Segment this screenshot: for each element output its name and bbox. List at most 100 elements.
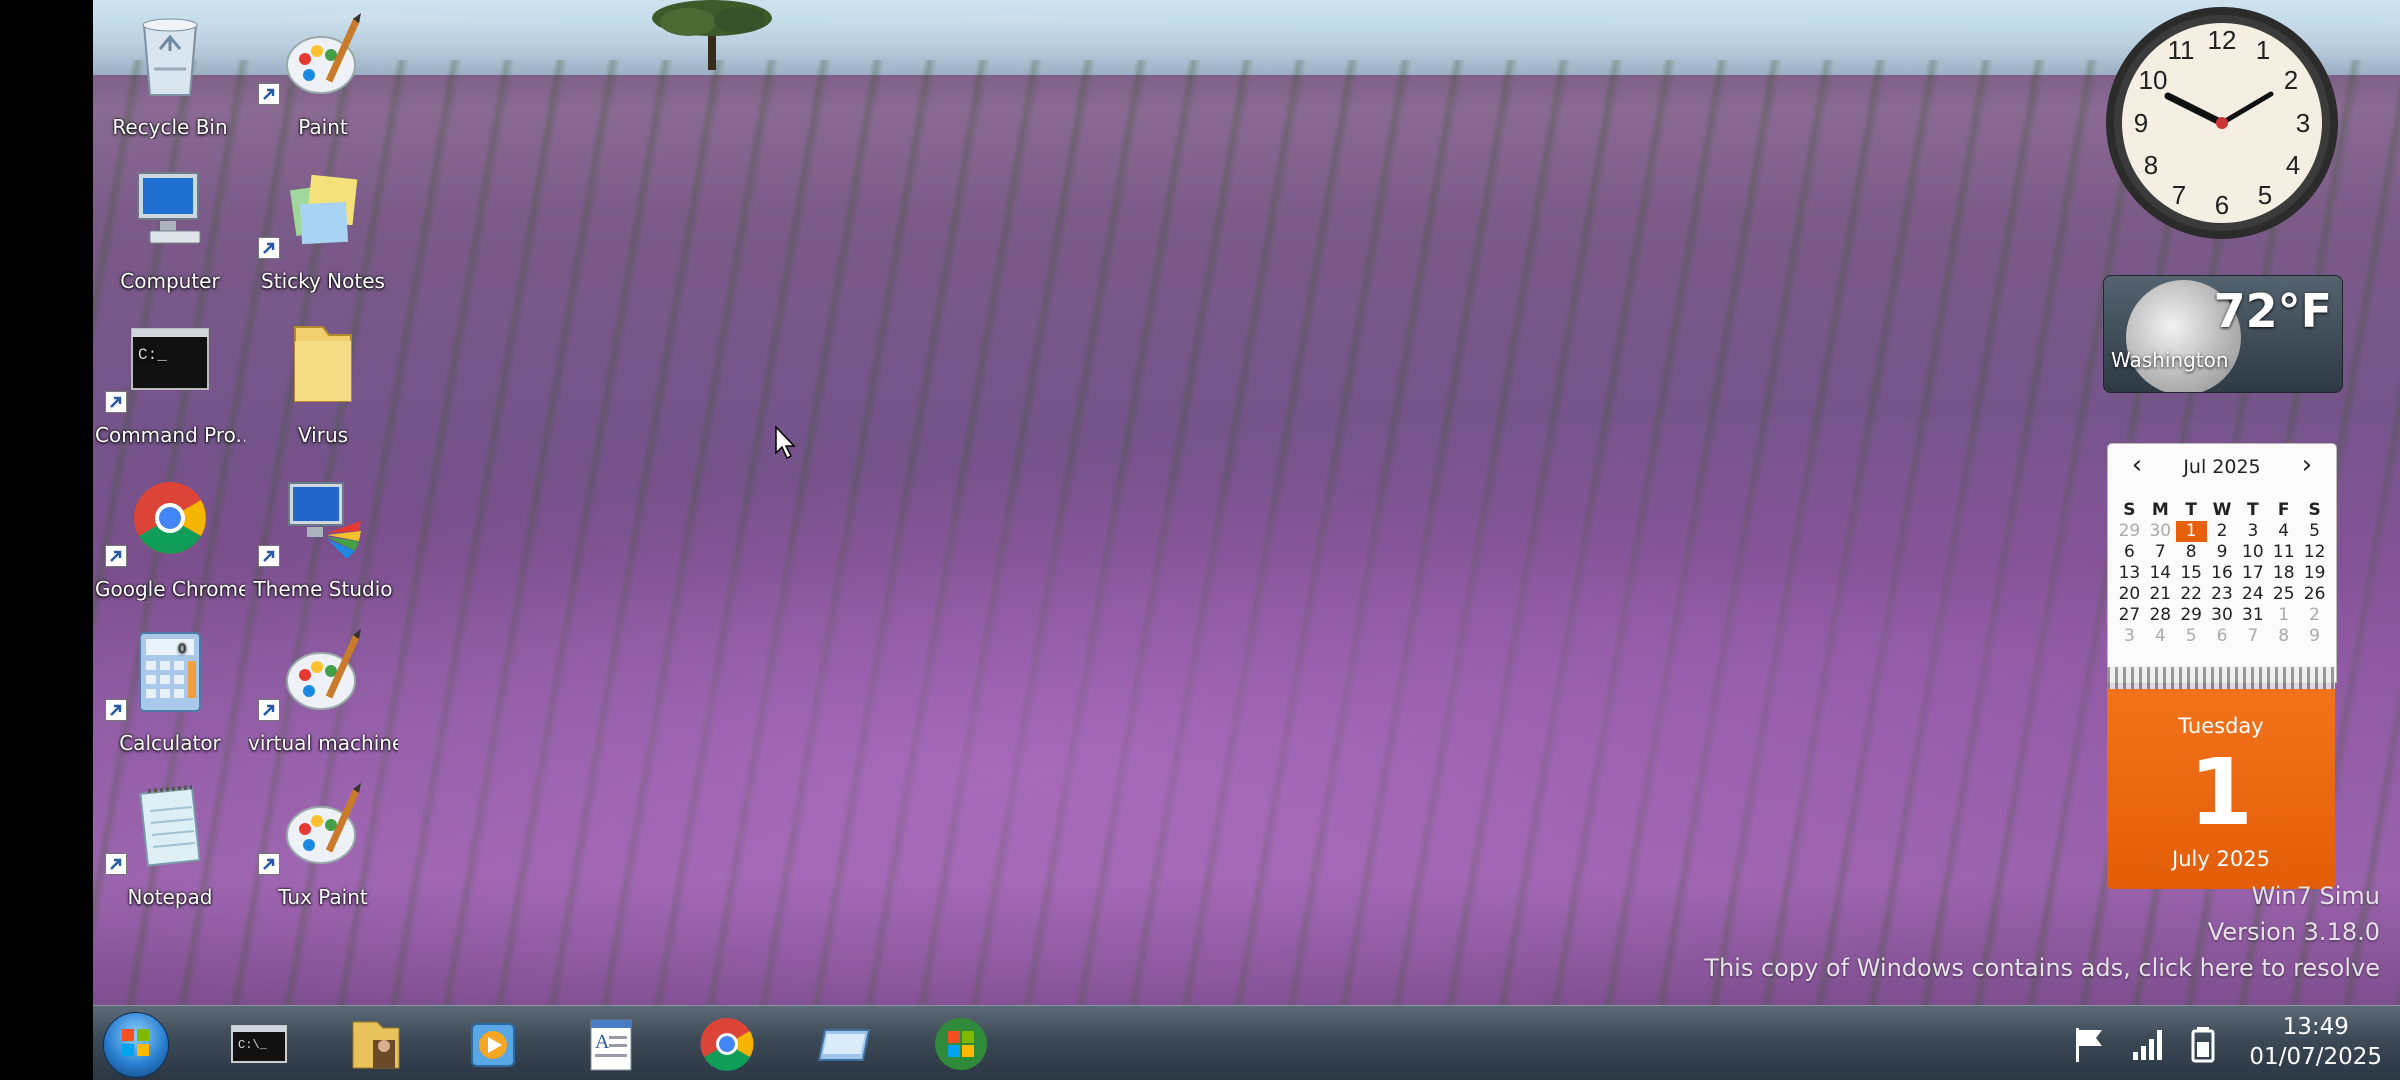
windows-update-icon — [935, 1018, 987, 1070]
calendar-day[interactable]: 6 — [2207, 626, 2238, 647]
paint-icon — [283, 781, 363, 871]
desktop-icon-sticky-notes[interactable]: Sticky Notes — [248, 159, 398, 299]
tray-date: 01/07/2025 — [2249, 1044, 2382, 1070]
calendar-gadget[interactable]: ‹ Jul 2025 › S M T W T F S 29 30 1 2 3 4 5 6 7 8 9 10 11 12 1… — [2107, 443, 2337, 890]
calendar-day[interactable]: 24 — [2237, 584, 2268, 605]
desktop-icon-theme-studio[interactable]: Theme Studio — [248, 467, 398, 607]
flag-icon[interactable] — [2068, 1024, 2108, 1064]
calendar-day[interactable]: 26 — [2299, 584, 2330, 605]
taskbar-windows-update[interactable] — [928, 1014, 994, 1074]
watermark[interactable]: Win7 Simu Version 3.18.0 This copy of Wi… — [1704, 878, 2380, 986]
calendar-day[interactable]: 12 — [2299, 542, 2330, 563]
desktop-icon-computer[interactable]: Computer — [95, 159, 245, 299]
calendar-day[interactable]: 17 — [2237, 563, 2268, 584]
screen: Recycle Bin Paint Computer Sticky Notes C:_ C… — [0, 0, 2400, 1080]
calendar-day[interactable]: 6 — [2114, 542, 2145, 563]
calendar-dow: S — [2308, 500, 2321, 520]
calendar-day[interactable]: 18 — [2268, 563, 2299, 584]
calendar-day[interactable]: 2 — [2207, 521, 2238, 542]
calendar-day[interactable]: 28 — [2145, 605, 2176, 626]
calendar-day[interactable]: 14 — [2145, 563, 2176, 584]
desktop-icon-command-pro[interactable]: C:_ Command Pro... — [95, 313, 245, 453]
screen-icon — [817, 1029, 871, 1061]
calendar-day[interactable]: 7 — [2237, 626, 2268, 647]
taskbar-media-player[interactable] — [460, 1014, 526, 1074]
calendar-day[interactable]: 3 — [2114, 626, 2145, 647]
desktop-icon-google-chrome[interactable]: Google Chrome — [95, 467, 245, 607]
tray-clock[interactable]: 13:49 01/07/2025 — [2249, 1012, 2382, 1072]
desktop-icon-notepad[interactable]: Notepad — [95, 775, 245, 915]
calendar-day[interactable]: 29 — [2176, 605, 2207, 626]
chevron-right-icon[interactable]: › — [2294, 452, 2320, 478]
svg-text:12: 12 — [2208, 25, 2237, 55]
calendar-day[interactable]: 21 — [2145, 584, 2176, 605]
calendar-day[interactable]: 8 — [2176, 542, 2207, 563]
calendar-day[interactable]: 8 — [2268, 626, 2299, 647]
desktop-icon-paint[interactable]: Paint — [248, 5, 398, 145]
start-orb-icon[interactable] — [103, 1012, 169, 1078]
calendar-day[interactable]: 4 — [2268, 521, 2299, 542]
watermark-line1: Win7 Simu — [2251, 882, 2380, 910]
shortcut-arrow-icon — [258, 699, 280, 721]
calendar-day[interactable]: 13 — [2114, 563, 2145, 584]
calendar-day[interactable]: 10 — [2237, 542, 2268, 563]
taskbar-chrome[interactable] — [694, 1014, 760, 1074]
calendar-day[interactable]: 31 — [2237, 605, 2268, 626]
paint-icon — [283, 11, 363, 101]
calculator-icon: 0 — [130, 627, 210, 717]
calendar-day[interactable]: 20 — [2114, 584, 2145, 605]
theme-studio-icon — [283, 473, 363, 563]
calendar-today[interactable]: 1 — [2175, 521, 2207, 542]
signal-icon[interactable] — [2129, 1024, 2169, 1064]
taskbar-screen[interactable] — [811, 1014, 877, 1074]
calendar-day[interactable]: 19 — [2299, 563, 2330, 584]
calendar-month-year: July 2025 — [2172, 847, 2270, 871]
clock-gadget[interactable]: 12 1 2 3 4 5 6 7 8 9 10 11 — [2103, 4, 2341, 242]
taskbar-wordpad[interactable]: A — [577, 1014, 643, 1074]
calendar-dow: F — [2277, 500, 2290, 520]
calendar-day[interactable]: 3 — [2237, 521, 2268, 542]
weather-gadget[interactable]: 72°F Washington — [2103, 275, 2343, 393]
calendar-day[interactable]: 7 — [2145, 542, 2176, 563]
svg-text:6: 6 — [2215, 190, 2229, 220]
calendar-day[interactable]: 11 — [2268, 542, 2299, 563]
calendar-day[interactable]: 1 — [2268, 605, 2299, 626]
notepad-icon — [130, 781, 210, 871]
shortcut-arrow-icon — [105, 699, 127, 721]
calendar-day[interactable]: 23 — [2207, 584, 2238, 605]
svg-text:2: 2 — [2284, 65, 2298, 95]
calendar-dow: S — [2123, 500, 2136, 520]
taskbar-file-explorer[interactable] — [343, 1014, 409, 1074]
calendar-day[interactable]: 30 — [2207, 605, 2238, 626]
calendar-day[interactable]: 15 — [2176, 563, 2207, 584]
calendar-day[interactable]: 5 — [2299, 521, 2330, 542]
svg-text:8: 8 — [2144, 150, 2158, 180]
calendar-day[interactable]: 22 — [2176, 584, 2207, 605]
desktop-icon-virus[interactable]: Virus — [248, 313, 398, 453]
taskbar-command-prompt[interactable]: C:\_ — [226, 1014, 292, 1074]
calendar-day[interactable]: 25 — [2268, 584, 2299, 605]
battery-icon[interactable] — [2183, 1024, 2223, 1064]
desktop-icon-calculator[interactable]: 0 Calculator — [95, 621, 245, 761]
svg-text:C:\_: C:\_ — [238, 1038, 268, 1052]
calendar-day[interactable]: 4 — [2145, 626, 2176, 647]
calendar-day[interactable]: 27 — [2114, 605, 2145, 626]
desktop-icon-label: virtual machine — [248, 731, 398, 755]
mouse-cursor-icon — [775, 425, 796, 460]
calendar-day[interactable]: 5 — [2176, 626, 2207, 647]
desktop-icon-recycle-bin[interactable]: Recycle Bin — [95, 5, 245, 145]
desktop-icon-virtual-machine[interactable]: virtual machine — [248, 621, 398, 761]
calendar-day[interactable]: 2 — [2299, 605, 2330, 626]
calendar-day[interactable]: 9 — [2207, 542, 2238, 563]
recycle-bin-icon — [130, 11, 210, 101]
desktop-icon-tux-paint[interactable]: Tux Paint — [248, 775, 398, 915]
desktop-icon-label: Computer — [120, 269, 220, 293]
calendar-day[interactable]: 16 — [2207, 563, 2238, 584]
calendar-day[interactable]: 9 — [2299, 626, 2330, 647]
calendar-day-view: Tuesday 1 July 2025 — [2107, 689, 2335, 889]
calendar-weekday: Tuesday — [2178, 714, 2264, 738]
calendar-day[interactable]: 30 — [2145, 521, 2176, 542]
calendar-day[interactable]: 29 — [2114, 521, 2145, 542]
shortcut-arrow-icon — [105, 853, 127, 875]
watermark-line3[interactable]: This copy of Windows contains ads, click… — [1704, 950, 2380, 986]
